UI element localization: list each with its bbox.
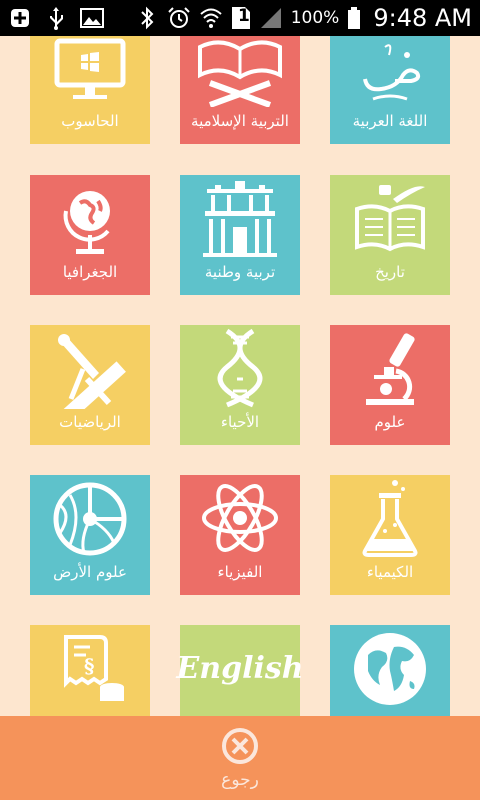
computer-icon xyxy=(54,38,126,99)
close-circle-icon xyxy=(222,728,258,764)
tile-label: علوم xyxy=(374,413,406,431)
battery-percent: 100% xyxy=(290,8,340,28)
add-notification-icon xyxy=(8,6,32,30)
tile-biology[interactable]: الأحياء xyxy=(180,325,300,445)
tile-islamic-education[interactable]: التربية الإسلامية xyxy=(180,36,300,144)
image-icon xyxy=(80,6,104,30)
tile-label: تربية وطنية xyxy=(204,263,276,281)
alarm-icon xyxy=(167,6,191,30)
wifi-icon xyxy=(199,6,223,30)
earth-layers-icon xyxy=(53,482,127,556)
dna-icon xyxy=(217,328,263,408)
receipt-coins-icon: § xyxy=(64,635,124,701)
tile-label: الفيزياء xyxy=(217,563,263,581)
svg-text:§: § xyxy=(84,654,94,678)
back-label: رجوع xyxy=(221,770,259,790)
quran-icon xyxy=(198,40,282,107)
tile-label: تاريخ xyxy=(375,263,405,281)
microscope-icon xyxy=(366,333,415,405)
petra-icon xyxy=(203,181,277,257)
book-quill-icon xyxy=(355,185,425,252)
signal-icon xyxy=(259,6,283,30)
tile-physics[interactable]: الفيزياء xyxy=(180,475,300,595)
tile-label: الحاسوب xyxy=(61,112,119,130)
arabic-letter-icon xyxy=(363,44,421,101)
tile-earth-science[interactable]: علوم الأرض xyxy=(30,475,150,595)
back-button[interactable]: رجوع xyxy=(0,716,480,800)
tile-label: اللغة العربية xyxy=(352,112,428,130)
clock: 9:48 AM xyxy=(373,4,472,32)
tile-label: التربية الإسلامية xyxy=(191,112,289,130)
tile-national-education[interactable]: تربية وطنية xyxy=(180,175,300,295)
tile-label: الجغرافيا xyxy=(62,263,118,281)
battery-icon xyxy=(347,6,361,30)
world-map-icon xyxy=(354,633,426,705)
tile-geography[interactable]: الجغرافيا xyxy=(30,175,150,295)
status-bar: 1 100% 9:48 AM xyxy=(0,0,480,36)
subject-grid: الحاسوب التربية الإسلامية اللغة العربية xyxy=(0,36,480,716)
tile-history[interactable]: تاريخ xyxy=(330,175,450,295)
usb-icon xyxy=(44,6,68,30)
tile-economics[interactable]: § xyxy=(30,625,150,716)
tile-label: الأحياء xyxy=(220,413,260,431)
sim-slot-number: 1 xyxy=(238,6,250,26)
english-text-icon: English xyxy=(176,650,304,686)
tile-label: علوم الأرض xyxy=(53,563,127,581)
flask-icon xyxy=(362,480,418,557)
tile-english[interactable]: English xyxy=(176,625,304,716)
tile-computer[interactable]: الحاسوب xyxy=(30,36,150,144)
tile-mathematics[interactable]: الرياضيات xyxy=(30,325,150,445)
tile-world[interactable] xyxy=(330,625,450,716)
ruler-compass-icon xyxy=(58,334,126,409)
tile-arabic-language[interactable]: اللغة العربية xyxy=(330,36,450,144)
tile-label: الكيمياء xyxy=(366,563,414,581)
tile-chemistry[interactable]: الكيمياء xyxy=(330,475,450,595)
bluetooth-icon xyxy=(135,6,159,30)
tile-science[interactable]: علوم xyxy=(330,325,450,445)
globe-stand-icon xyxy=(63,191,110,254)
atom-icon xyxy=(202,484,278,552)
tile-label: الرياضيات xyxy=(59,413,121,431)
